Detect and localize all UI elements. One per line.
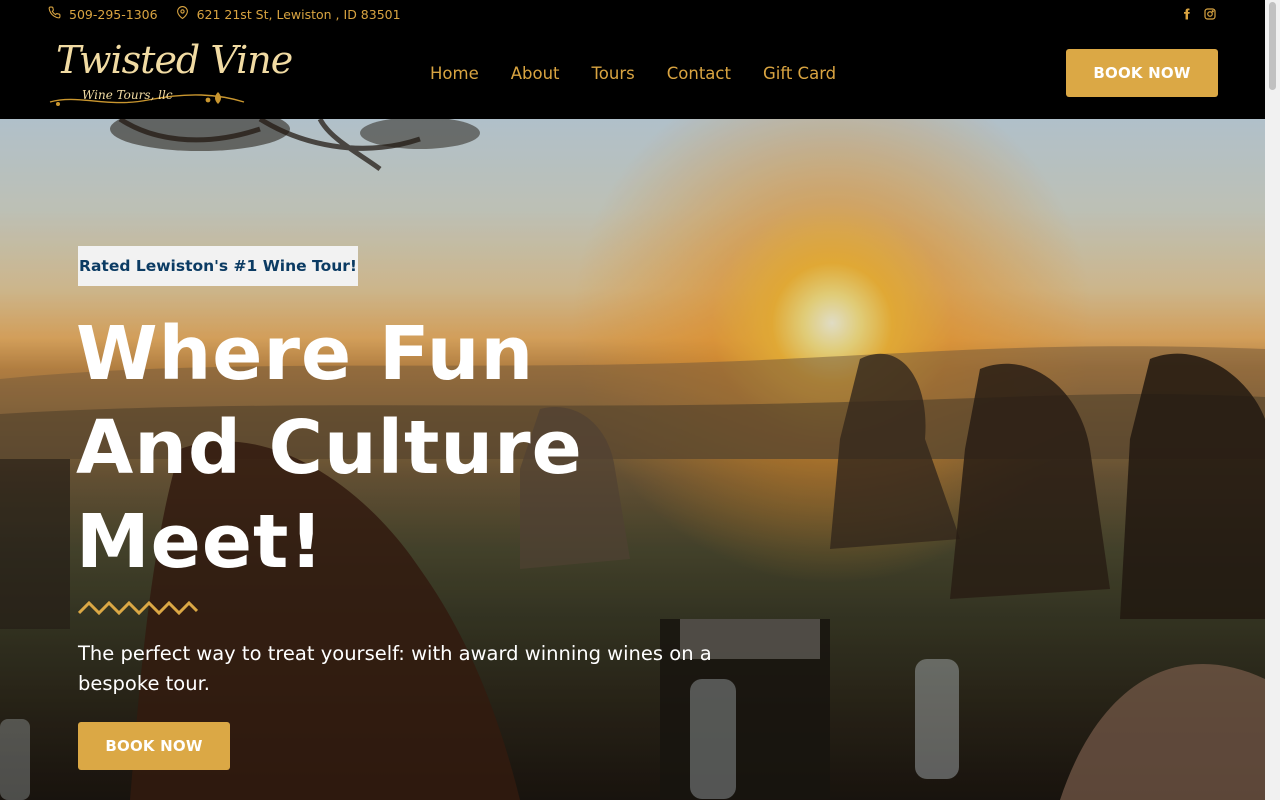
nav-gift-card[interactable]: Gift Card (763, 64, 836, 83)
logo[interactable]: Twisted Vine Wine Tours, llc (48, 36, 293, 112)
rating-badge: Rated Lewiston's #1 Wine Tour! (78, 246, 358, 286)
scrollbar-thumb[interactable] (1269, 2, 1276, 90)
nav-about[interactable]: About (511, 64, 560, 83)
hero-subtext: The perfect way to treat yourself: with … (78, 642, 712, 695)
headline-line: Where Fun (76, 311, 535, 397)
hero-section: Rated Lewiston's #1 Wine Tour! Where Fun… (0, 119, 1265, 800)
site-header: Twisted Vine Wine Tours, llc Home About … (0, 28, 1265, 119)
book-now-header-button[interactable]: BOOK NOW (1066, 49, 1218, 97)
address-link[interactable]: 621 21st St, Lewiston , ID 83501 (176, 6, 401, 22)
logo-brand: Twisted Vine (56, 38, 293, 82)
nav-tours[interactable]: Tours (592, 64, 635, 83)
map-pin-icon (176, 6, 197, 22)
headline-line: And Culture (76, 405, 583, 491)
social-links (1171, 7, 1217, 21)
main-nav: Home About Tours Contact Gift Card (430, 28, 868, 119)
page-scrollbar[interactable] (1265, 0, 1280, 800)
logo-subtitle: Wine Tours, llc (82, 88, 173, 102)
instagram-icon[interactable] (1203, 7, 1217, 21)
phone-number: 509-295-1306 (69, 6, 158, 22)
facebook-icon[interactable] (1180, 7, 1194, 21)
phone-icon (48, 6, 69, 22)
nav-home[interactable]: Home (430, 64, 479, 83)
top-bar: 509-295-1306 621 21st St, Lewiston , ID … (0, 0, 1265, 28)
headline-line: Meet! (76, 499, 325, 585)
contact-info: 509-295-1306 621 21st St, Lewiston , ID … (48, 6, 419, 22)
book-now-hero-button[interactable]: BOOK NOW (78, 722, 230, 770)
zigzag-divider-icon (78, 601, 198, 615)
nav-contact[interactable]: Contact (667, 64, 731, 83)
phone-link[interactable]: 509-295-1306 (48, 6, 158, 22)
address-text: 621 21st St, Lewiston , ID 83501 (196, 6, 401, 22)
hero-headline: Where Fun And Culture Meet! (76, 307, 716, 589)
